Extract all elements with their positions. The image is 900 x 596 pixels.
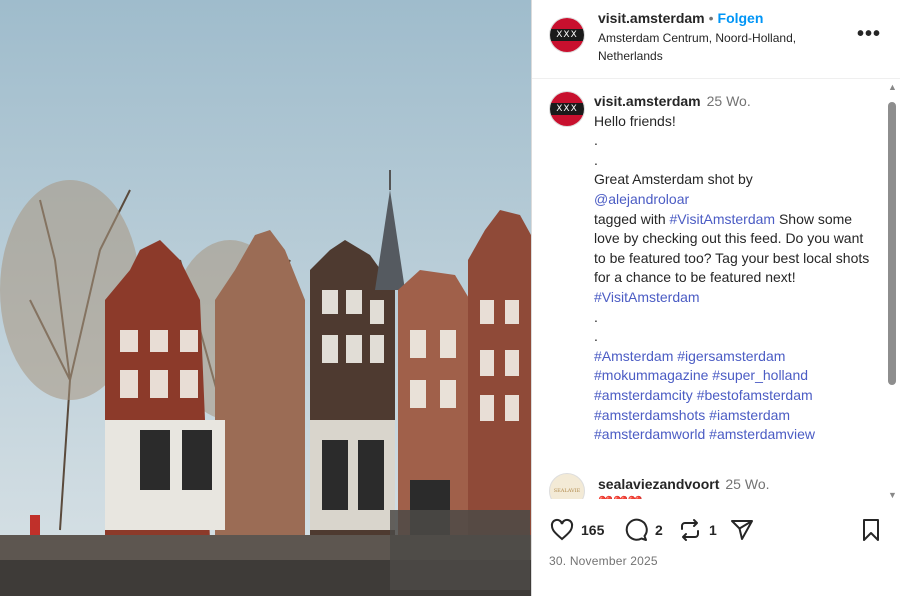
caption-username[interactable]: visit.amsterdam [594,93,701,109]
bookmark-icon[interactable] [859,518,883,542]
caption-line: Great Amsterdam shot by [594,171,753,188]
repost-count[interactable]: 1 [709,522,717,538]
caption-line: . [594,328,598,345]
comment-username[interactable]: sealaviezandvoort [598,476,719,492]
scrollbar[interactable]: ▲ ▼ [887,82,898,500]
comment-avatar[interactable]: SEALAVIE [549,473,585,499]
hashtag-link[interactable]: #VisitAmsterdam [594,289,700,305]
header-username-row: visit.amsterdam • Folgen [598,10,763,26]
comment-icon[interactable] [623,518,649,542]
comment-text: ❤️❤️❤️ [598,495,643,499]
share-group [729,518,755,542]
caption-time: 25 Wo. [706,93,751,109]
post-sidebar: XXX visit.amsterdam • Folgen Amsterdam Cen… [531,0,900,596]
hashtag-link[interactable]: #amsterdamview [709,426,815,442]
caption-line: . [594,151,598,168]
comment-count[interactable]: 2 [655,522,663,538]
location-link[interactable]: Amsterdam Centrum, Noord-Holland, Nether… [598,29,838,65]
repost-icon[interactable] [677,518,703,542]
separator: • [708,10,714,26]
post-date: 30. November 2025 [549,554,658,568]
caption: visit.amsterdam 25 Wo. Hello friends! . .… [594,92,874,445]
like-count[interactable]: 165 [581,522,604,538]
header-username[interactable]: visit.amsterdam [598,10,705,26]
caption-avatar[interactable]: XXX [549,91,585,127]
action-bar: 165 2 1 [549,518,889,550]
avatar[interactable]: XXX [549,17,585,53]
hashtag-link[interactable]: #mokummagazine [594,367,708,383]
hashtag-link[interactable]: #Amsterdam [594,348,673,364]
canal-houses-image [0,0,531,596]
hashtag-link[interactable]: #amsterdamshots [594,407,705,423]
hashtag-link[interactable]: #bestofamsterdam [697,387,813,403]
post-photo[interactable] [0,0,531,596]
caption-line: . [594,308,598,325]
like-group: 165 [549,518,604,542]
comment-time: 25 Wo. [725,476,770,492]
hashtag-link[interactable]: #igersamsterdam [677,348,785,364]
save-group [859,518,883,542]
mention-link[interactable]: @alejandroloar [594,191,689,207]
share-icon[interactable] [729,518,755,542]
follow-button[interactable]: Folgen [718,10,764,26]
hashtag-link[interactable]: #VisitAmsterdam [670,211,776,227]
amsterdam-flag-icon: XXX [550,18,584,52]
more-options-icon[interactable]: ••• [857,23,881,46]
scroll-down-icon[interactable]: ▼ [888,490,897,500]
hashtag-link[interactable]: #super_holland [712,367,808,383]
comment-group: 2 [623,518,663,542]
caption-line: Hello friends! [594,112,676,129]
comment-avatar-logo: SEALAVIE [553,488,581,494]
amsterdam-flag-icon: XXX [550,92,584,126]
hashtag-link[interactable]: #amsterdamworld [594,426,705,442]
post-header: XXX visit.amsterdam • Folgen Amsterdam Cen… [532,0,900,79]
comments-feed[interactable]: XXX visit.amsterdam 25 Wo. Hello friends!… [532,79,884,499]
scrollbar-thumb[interactable] [888,102,896,385]
hashtag-link[interactable]: #amsterdamcity [594,387,693,403]
repost-group: 1 [677,518,717,542]
caption-line: . [594,132,598,149]
caption-text: tagged with [594,210,670,227]
scroll-up-icon[interactable]: ▲ [888,82,897,92]
hashtag-link[interactable]: #iamsterdam [709,407,790,423]
heart-icon[interactable] [549,518,575,542]
comment-header: sealaviezandvoort 25 Wo. [598,476,770,492]
